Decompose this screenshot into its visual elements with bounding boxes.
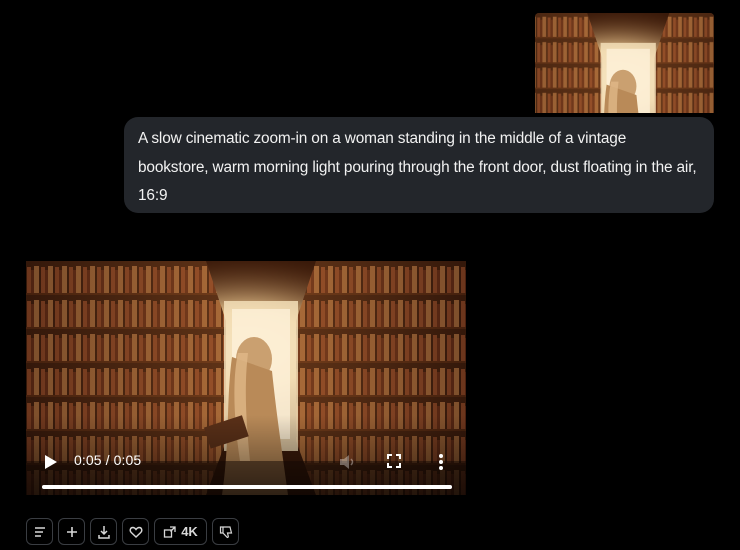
plus-icon (66, 526, 77, 537)
more-vertical-icon[interactable] (437, 453, 445, 471)
upscale-label: 4K (181, 524, 198, 539)
volume-icon[interactable] (338, 453, 356, 471)
generated-video-player[interactable]: 0:05 / 0:05 (26, 261, 466, 495)
list-icon (34, 526, 45, 537)
progress-bar[interactable] (42, 485, 452, 489)
dislike-button[interactable] (212, 518, 239, 545)
attached-image-thumbnail[interactable] (535, 13, 714, 113)
favorite-button[interactable] (122, 518, 149, 545)
bookstore-thumbnail-icon (535, 13, 714, 113)
progress-fill (42, 485, 452, 489)
time-display: 0:05 / 0:05 (74, 452, 142, 468)
video-controls: 0:05 / 0:05 (26, 447, 466, 477)
upscale-icon (164, 525, 176, 538)
thumbs-down-icon (219, 525, 232, 538)
fullscreen-icon[interactable] (387, 454, 401, 468)
download-icon (97, 525, 110, 539)
user-prompt-bubble: A slow cinematic zoom-in on a woman stan… (124, 117, 714, 213)
heart-icon (129, 526, 142, 538)
download-button[interactable] (90, 518, 117, 545)
play-icon[interactable] (44, 454, 58, 470)
user-prompt-text: A slow cinematic zoom-in on a woman stan… (138, 130, 697, 204)
add-button[interactable] (58, 518, 85, 545)
upscale-4k-button[interactable]: 4K (154, 518, 207, 545)
details-button[interactable] (26, 518, 53, 545)
